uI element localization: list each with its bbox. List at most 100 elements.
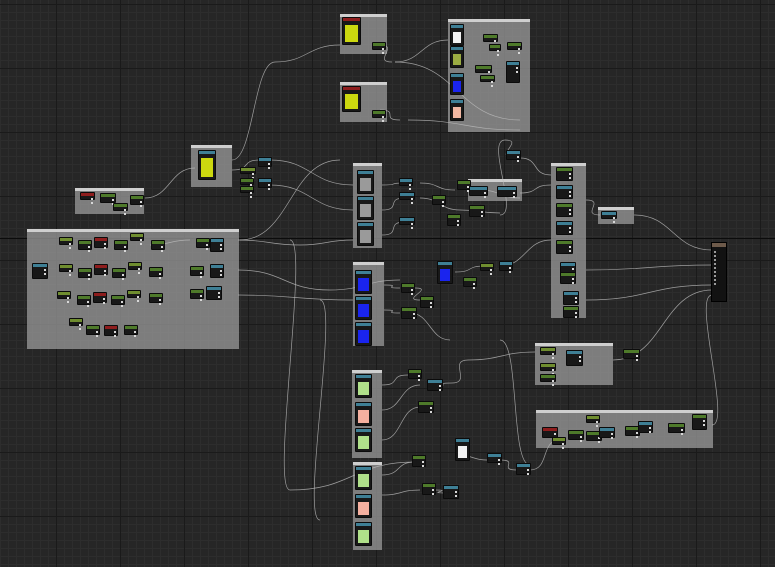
math-node[interactable] <box>463 277 477 289</box>
pin-icon[interactable] <box>596 421 598 423</box>
math-node[interactable] <box>372 110 386 122</box>
pin-icon[interactable] <box>481 211 483 213</box>
pin-icon[interactable] <box>88 274 90 276</box>
pin-icon[interactable] <box>513 192 515 194</box>
pin-icon[interactable] <box>87 305 89 307</box>
pin-icon[interactable] <box>481 215 483 217</box>
pin-icon[interactable] <box>413 317 415 319</box>
pin-icon[interactable] <box>714 267 716 269</box>
math-node[interactable] <box>149 293 163 305</box>
texture-sample-node[interactable] <box>355 522 372 546</box>
pin-icon[interactable] <box>517 156 519 158</box>
pin-icon[interactable] <box>411 198 413 200</box>
pin-icon[interactable] <box>134 335 136 337</box>
pin-icon[interactable] <box>575 312 577 314</box>
pin-icon[interactable] <box>432 493 434 495</box>
math-node[interactable] <box>422 483 436 495</box>
pin-icon[interactable] <box>268 188 270 190</box>
math-node[interactable] <box>190 266 204 278</box>
function-node[interactable] <box>80 192 95 204</box>
pin-icon[interactable] <box>703 424 705 426</box>
pin-icon[interactable] <box>91 198 93 200</box>
pin-icon[interactable] <box>206 248 208 250</box>
pin-icon[interactable] <box>611 433 613 435</box>
pin-icon[interactable] <box>409 188 411 190</box>
math-node[interactable] <box>196 238 210 250</box>
math-node[interactable] <box>420 296 434 308</box>
pin-icon[interactable] <box>552 380 554 382</box>
function-node[interactable] <box>342 17 361 45</box>
pin-icon[interactable] <box>569 227 571 229</box>
math-node[interactable] <box>78 268 92 280</box>
pin-icon[interactable] <box>200 276 202 278</box>
math-node[interactable] <box>372 42 386 54</box>
pin-icon[interactable] <box>552 369 554 371</box>
pin-icon[interactable] <box>527 473 529 475</box>
pin-icon[interactable] <box>159 303 161 305</box>
constant-node[interactable] <box>240 167 256 179</box>
texture-sample-node[interactable] <box>506 61 520 83</box>
pin-icon[interactable] <box>509 267 511 269</box>
pin-icon[interactable] <box>44 269 46 271</box>
pin-icon[interactable] <box>611 437 613 439</box>
pin-icon[interactable] <box>579 360 581 362</box>
pin-icon[interactable] <box>382 116 384 118</box>
pin-icon[interactable] <box>569 209 571 211</box>
pin-icon[interactable] <box>252 173 254 175</box>
texture-sample-node[interactable] <box>355 296 372 320</box>
pin-icon[interactable] <box>138 272 140 274</box>
pin-icon[interactable] <box>96 331 98 333</box>
texture-sample-node[interactable] <box>399 178 413 190</box>
math-node[interactable] <box>568 430 584 442</box>
texture-sample-node[interactable] <box>355 494 372 518</box>
pin-icon[interactable] <box>430 407 432 409</box>
pin-icon[interactable] <box>218 292 220 294</box>
pin-icon[interactable] <box>140 205 142 207</box>
pin-icon[interactable] <box>473 283 475 285</box>
pin-icon[interactable] <box>218 296 220 298</box>
pin-icon[interactable] <box>442 205 444 207</box>
pin-icon[interactable] <box>67 301 69 303</box>
constant-node[interactable] <box>57 291 71 303</box>
texture-sample-node[interactable] <box>355 466 372 490</box>
pin-icon[interactable] <box>124 213 126 215</box>
math-node[interactable] <box>469 205 485 217</box>
constant-node[interactable] <box>127 290 141 302</box>
pin-icon[interactable] <box>104 243 106 245</box>
pin-icon[interactable] <box>636 436 638 438</box>
pin-icon[interactable] <box>382 48 384 50</box>
texture-sample-node[interactable] <box>32 263 48 279</box>
pin-icon[interactable] <box>703 420 705 422</box>
math-node[interactable] <box>556 167 573 181</box>
texture-sample-node[interactable] <box>601 211 617 223</box>
texture-sample-node[interactable] <box>497 186 517 198</box>
math-node[interactable] <box>86 325 100 337</box>
texture-sample-node[interactable] <box>563 291 579 305</box>
math-node[interactable] <box>113 203 128 215</box>
pin-icon[interactable] <box>382 52 384 54</box>
math-node[interactable] <box>412 455 426 467</box>
math-node[interactable] <box>507 42 522 54</box>
constant-node[interactable] <box>540 363 556 375</box>
constant-node[interactable] <box>128 262 142 274</box>
texture-sample-node[interactable] <box>566 350 583 366</box>
pin-icon[interactable] <box>220 274 222 276</box>
pin-icon[interactable] <box>200 272 202 274</box>
pin-icon[interactable] <box>494 40 496 42</box>
texture-sample-node[interactable] <box>198 150 216 180</box>
pin-icon[interactable] <box>137 296 139 298</box>
pin-icon[interactable] <box>552 384 554 386</box>
constant-node[interactable] <box>130 233 144 245</box>
pin-icon[interactable] <box>44 273 46 275</box>
pin-icon[interactable] <box>636 355 638 357</box>
math-node[interactable] <box>692 414 707 430</box>
pin-icon[interactable] <box>649 431 651 433</box>
pin-icon[interactable] <box>121 305 123 307</box>
texture-sample-node[interactable] <box>450 24 464 46</box>
texture-sample-node[interactable] <box>210 238 224 252</box>
pin-icon[interactable] <box>411 202 413 204</box>
math-node[interactable] <box>149 267 163 279</box>
pin-icon[interactable] <box>569 213 571 215</box>
math-node[interactable] <box>151 240 165 252</box>
pin-icon[interactable] <box>409 184 411 186</box>
